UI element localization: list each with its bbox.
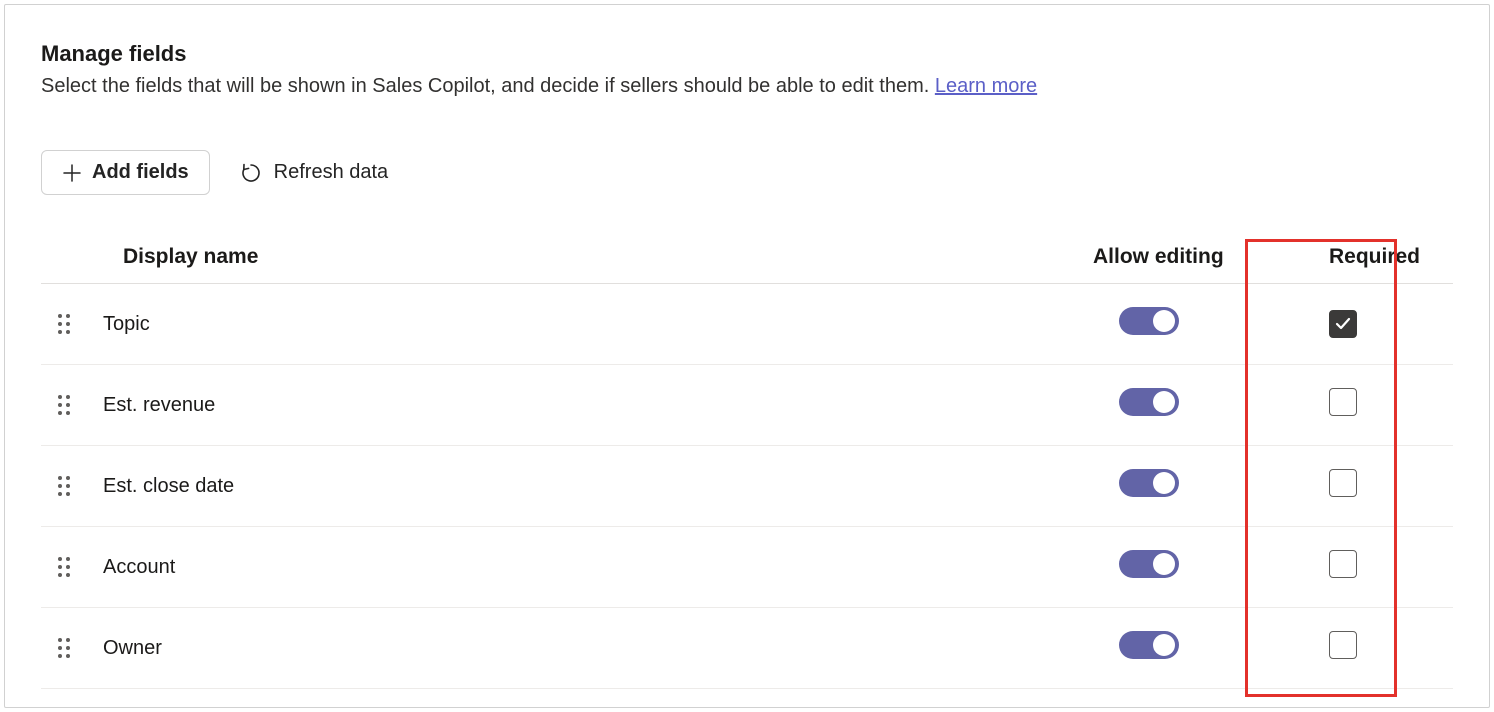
table-row: Est. close date xyxy=(41,446,1453,527)
drag-handle-icon[interactable] xyxy=(41,556,103,578)
fields-table: Display name Allow editing Required Topi… xyxy=(41,233,1453,689)
allow-editing-toggle[interactable] xyxy=(1119,388,1179,416)
field-name: Est. revenue xyxy=(103,394,1093,417)
page-title: Manage fields xyxy=(41,41,1453,67)
required-checkbox[interactable] xyxy=(1329,631,1357,659)
page-description-text: Select the fields that will be shown in … xyxy=(41,75,935,97)
required-checkbox[interactable] xyxy=(1329,310,1357,338)
table-row: Owner xyxy=(41,608,1453,689)
allow-editing-toggle[interactable] xyxy=(1119,631,1179,659)
drag-handle-icon[interactable] xyxy=(41,475,103,497)
required-cell xyxy=(1293,310,1453,339)
field-name: Account xyxy=(103,556,1093,579)
allow-editing-toggle[interactable] xyxy=(1119,469,1179,497)
field-name: Topic xyxy=(103,313,1093,336)
allow-editing-header: Allow editing xyxy=(1093,245,1293,269)
allow-editing-cell xyxy=(1093,631,1293,665)
field-name: Owner xyxy=(103,637,1093,660)
required-checkbox[interactable] xyxy=(1329,469,1357,497)
required-cell xyxy=(1293,469,1453,503)
table-header-row: Display name Allow editing Required xyxy=(41,233,1453,284)
allow-editing-toggle[interactable] xyxy=(1119,550,1179,578)
allow-editing-cell xyxy=(1093,550,1293,584)
allow-editing-cell xyxy=(1093,469,1293,503)
drag-handle-icon[interactable] xyxy=(41,313,103,335)
display-name-header: Display name xyxy=(103,245,1093,269)
refresh-data-label: Refresh data xyxy=(274,161,389,184)
allow-editing-toggle[interactable] xyxy=(1119,307,1179,335)
add-fields-label: Add fields xyxy=(92,161,189,184)
add-fields-button[interactable]: Add fields xyxy=(41,150,210,195)
field-name: Est. close date xyxy=(103,475,1093,498)
table-row: Est. revenue xyxy=(41,365,1453,446)
table-row: Account xyxy=(41,527,1453,608)
learn-more-link[interactable]: Learn more xyxy=(935,75,1037,97)
required-checkbox[interactable] xyxy=(1329,388,1357,416)
required-header: Required xyxy=(1293,245,1453,269)
drag-handle-icon[interactable] xyxy=(41,394,103,416)
required-cell xyxy=(1293,550,1453,584)
allow-editing-cell xyxy=(1093,307,1293,341)
allow-editing-cell xyxy=(1093,388,1293,422)
required-cell xyxy=(1293,631,1453,665)
table-row: Topic xyxy=(41,284,1453,365)
manage-fields-panel: Manage fields Select the fields that wil… xyxy=(4,4,1490,708)
refresh-data-button[interactable]: Refresh data xyxy=(240,161,389,184)
required-cell xyxy=(1293,388,1453,422)
drag-handle-icon[interactable] xyxy=(41,637,103,659)
page-description: Select the fields that will be shown in … xyxy=(41,75,1453,98)
required-checkbox[interactable] xyxy=(1329,550,1357,578)
plus-icon xyxy=(62,163,82,183)
actions-row: Add fields Refresh data xyxy=(41,150,1453,195)
refresh-icon xyxy=(240,162,262,184)
